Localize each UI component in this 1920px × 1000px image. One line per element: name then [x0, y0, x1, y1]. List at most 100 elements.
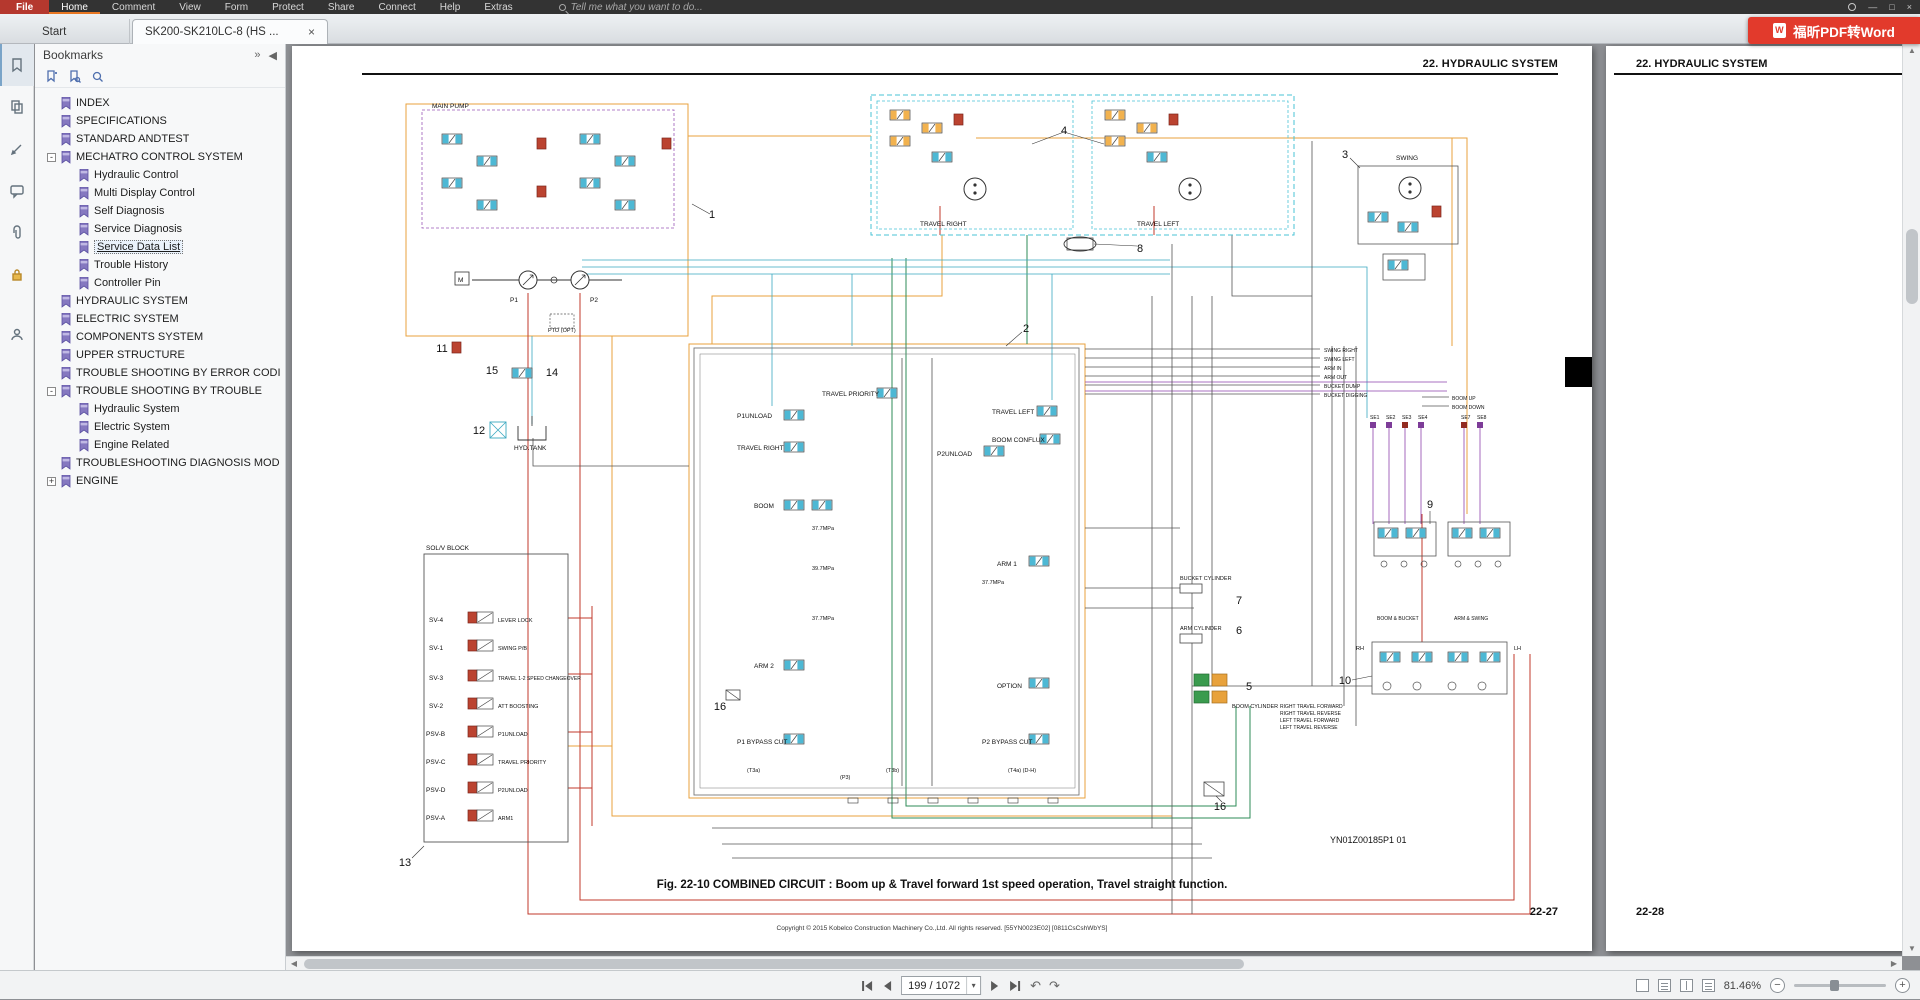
callout-number: 12: [473, 425, 485, 437]
attachments-panel-button[interactable]: [0, 212, 34, 254]
single-page-view-icon[interactable]: [1636, 979, 1649, 992]
fields-panel-button[interactable]: [0, 314, 34, 356]
menu-tab-help[interactable]: Help: [428, 0, 473, 14]
page-thumbnails-panel-button[interactable]: [0, 86, 34, 128]
first-page-button[interactable]: [860, 979, 874, 993]
figure-caption: Fig. 22-10 COMBINED CIRCUIT : Boom up & …: [292, 879, 1592, 891]
window-close-button[interactable]: ×: [1907, 2, 1912, 12]
horizontal-scroll-thumb[interactable]: [304, 959, 1244, 969]
minimize-button[interactable]: —: [1868, 2, 1877, 12]
lock-icon: [9, 267, 25, 283]
pdf-to-word-badge[interactable]: 福昕PDF转Word: [1748, 17, 1920, 44]
sidebar-item-hydraulic-control[interactable]: Hydraulic Control: [35, 166, 285, 184]
scroll-left-icon[interactable]: ◀: [286, 957, 302, 971]
sidebar-item-standard-and-test[interactable]: STANDARD ANDTEST: [35, 130, 285, 148]
bookmark-filter-icon[interactable]: [91, 70, 104, 83]
collapse-toggle[interactable]: -: [47, 387, 56, 396]
sidebar-item-electric-system-trouble[interactable]: Electric System: [35, 418, 285, 436]
green-lines: [892, 235, 1250, 818]
bookmark-label: UPPER STRUCTURE: [76, 349, 185, 361]
sidebar-item-components-system[interactable]: COMPONENTS SYSTEM: [35, 328, 285, 346]
sidebar-item-hydraulic-system[interactable]: HYDRAULIC SYSTEM: [35, 292, 285, 310]
menu-tab-protect[interactable]: Protect: [260, 0, 316, 14]
facing-view-icon[interactable]: [1680, 979, 1693, 992]
pages-icon: [9, 99, 25, 115]
tab-close-icon[interactable]: ×: [308, 25, 315, 39]
bookmark-add-icon[interactable]: [45, 70, 58, 83]
sidebar-item-index[interactable]: INDEX: [35, 94, 285, 112]
next-page-button[interactable]: [989, 979, 1000, 993]
menu-tab-home[interactable]: Home: [49, 0, 100, 14]
tab-document[interactable]: SK200-SK210LC-8 (HS ... ×: [132, 19, 328, 44]
zoom-out-button[interactable]: −: [1770, 978, 1785, 993]
diagram-label: PSV-B: [426, 731, 445, 738]
document-view-area[interactable]: 22. HYDRAULIC SYSTEM: [286, 44, 1902, 956]
menu-tab-share[interactable]: Share: [316, 0, 367, 14]
bookmark-ribbon-icon: [79, 187, 89, 200]
main-pump-group: [422, 110, 674, 328]
sidebar-item-hydraulic-system-trouble[interactable]: Hydraulic System: [35, 400, 285, 418]
previous-view-button[interactable]: ↶: [1030, 978, 1041, 994]
zoom-in-button[interactable]: +: [1895, 978, 1910, 993]
expand-options-icon[interactable]: »: [254, 49, 260, 61]
diagram-label: SE3: [1402, 415, 1412, 421]
collapse-toggle[interactable]: -: [47, 153, 56, 162]
scroll-down-icon[interactable]: ▼: [1903, 942, 1920, 956]
security-panel-button[interactable]: [0, 254, 34, 296]
vertical-scroll-thumb[interactable]: [1906, 229, 1918, 304]
continuous-view-icon[interactable]: [1658, 979, 1671, 992]
comments-panel-button[interactable]: [0, 170, 34, 212]
page-dropdown-icon[interactable]: ▾: [966, 977, 980, 994]
zoom-slider[interactable]: [1794, 984, 1886, 987]
bookmark-ribbon-icon: [61, 385, 71, 398]
continuous-facing-view-icon[interactable]: [1702, 979, 1715, 992]
menu-tab-file[interactable]: File: [0, 0, 49, 14]
tab-document-label: SK200-SK210LC-8 (HS ...: [145, 26, 279, 38]
sidebar-item-mechatro-control-system[interactable]: -MECHATRO CONTROL SYSTEM: [35, 148, 285, 166]
sidebar-item-multi-display-control[interactable]: Multi Display Control: [35, 184, 285, 202]
menu-tab-connect[interactable]: Connect: [367, 0, 428, 14]
diagram-label: SV-3: [429, 675, 443, 682]
collapse-panel-icon[interactable]: ◀: [269, 49, 277, 62]
copyright-line: Copyright © 2015 Kobelco Construction Ma…: [292, 925, 1592, 932]
sidebar-item-engine[interactable]: +ENGINE: [35, 472, 285, 490]
scroll-up-icon[interactable]: ▲: [1903, 44, 1920, 58]
tab-start[interactable]: Start: [30, 19, 130, 44]
sidebar-item-electric-system[interactable]: ELECTRIC SYSTEM: [35, 310, 285, 328]
sidebar-item-troubleshooting-diagnosis-mode[interactable]: TROUBLESHOOTING DIAGNOSIS MOD: [35, 454, 285, 472]
account-icon[interactable]: [1848, 3, 1856, 11]
sidebar-item-upper-structure[interactable]: UPPER STRUCTURE: [35, 346, 285, 364]
vertical-scrollbar[interactable]: ▲ ▼: [1902, 44, 1920, 956]
callout-number: 14: [546, 367, 558, 379]
sidebar-item-controller-pin[interactable]: Controller Pin: [35, 274, 285, 292]
bookmark-search-icon[interactable]: [68, 70, 81, 83]
last-page-button[interactable]: [1008, 979, 1022, 993]
page-number-input[interactable]: [902, 977, 966, 994]
sidebar-item-service-data-list[interactable]: Service Data List: [35, 238, 285, 256]
diagram-label: ARM CYLINDER: [1180, 626, 1222, 632]
zoom-slider-thumb[interactable]: [1830, 980, 1839, 991]
next-view-button[interactable]: ↷: [1049, 978, 1060, 994]
menu-tab-comment[interactable]: Comment: [100, 0, 167, 14]
scroll-right-icon[interactable]: ▶: [1886, 957, 1902, 971]
diagram-label: P2: [590, 297, 598, 304]
sidebar-item-self-diagnosis[interactable]: Self Diagnosis: [35, 202, 285, 220]
sidebar-item-troubleshooting-by-trouble[interactable]: -TROUBLE SHOOTING BY TROUBLE: [35, 382, 285, 400]
menu-tab-extras[interactable]: Extras: [472, 0, 524, 14]
sidebar-item-trouble-history[interactable]: Trouble History: [35, 256, 285, 274]
expand-toggle[interactable]: +: [47, 477, 56, 486]
maximize-button[interactable]: □: [1889, 2, 1894, 12]
bookmark-label: Self Diagnosis: [94, 205, 164, 217]
bookmarks-panel-button[interactable]: [0, 44, 34, 86]
sidebar-item-service-diagnosis[interactable]: Service Diagnosis: [35, 220, 285, 238]
signature-panel-button[interactable]: [0, 128, 34, 170]
sidebar-item-specifications[interactable]: SPECIFICATIONS: [35, 112, 285, 130]
bookmarks-panel-title: Bookmarks: [43, 48, 246, 62]
menu-tab-form[interactable]: Form: [213, 0, 260, 14]
previous-page-button[interactable]: [882, 979, 893, 993]
sidebar-item-troubleshooting-by-error-code[interactable]: TROUBLE SHOOTING BY ERROR CODI: [35, 364, 285, 382]
menu-tab-view[interactable]: View: [167, 0, 213, 14]
horizontal-scrollbar[interactable]: ◀ ▶: [286, 956, 1902, 970]
sidebar-item-engine-related[interactable]: Engine Related: [35, 436, 285, 454]
tell-me-search[interactable]: Tell me what you want to do...: [559, 0, 703, 14]
